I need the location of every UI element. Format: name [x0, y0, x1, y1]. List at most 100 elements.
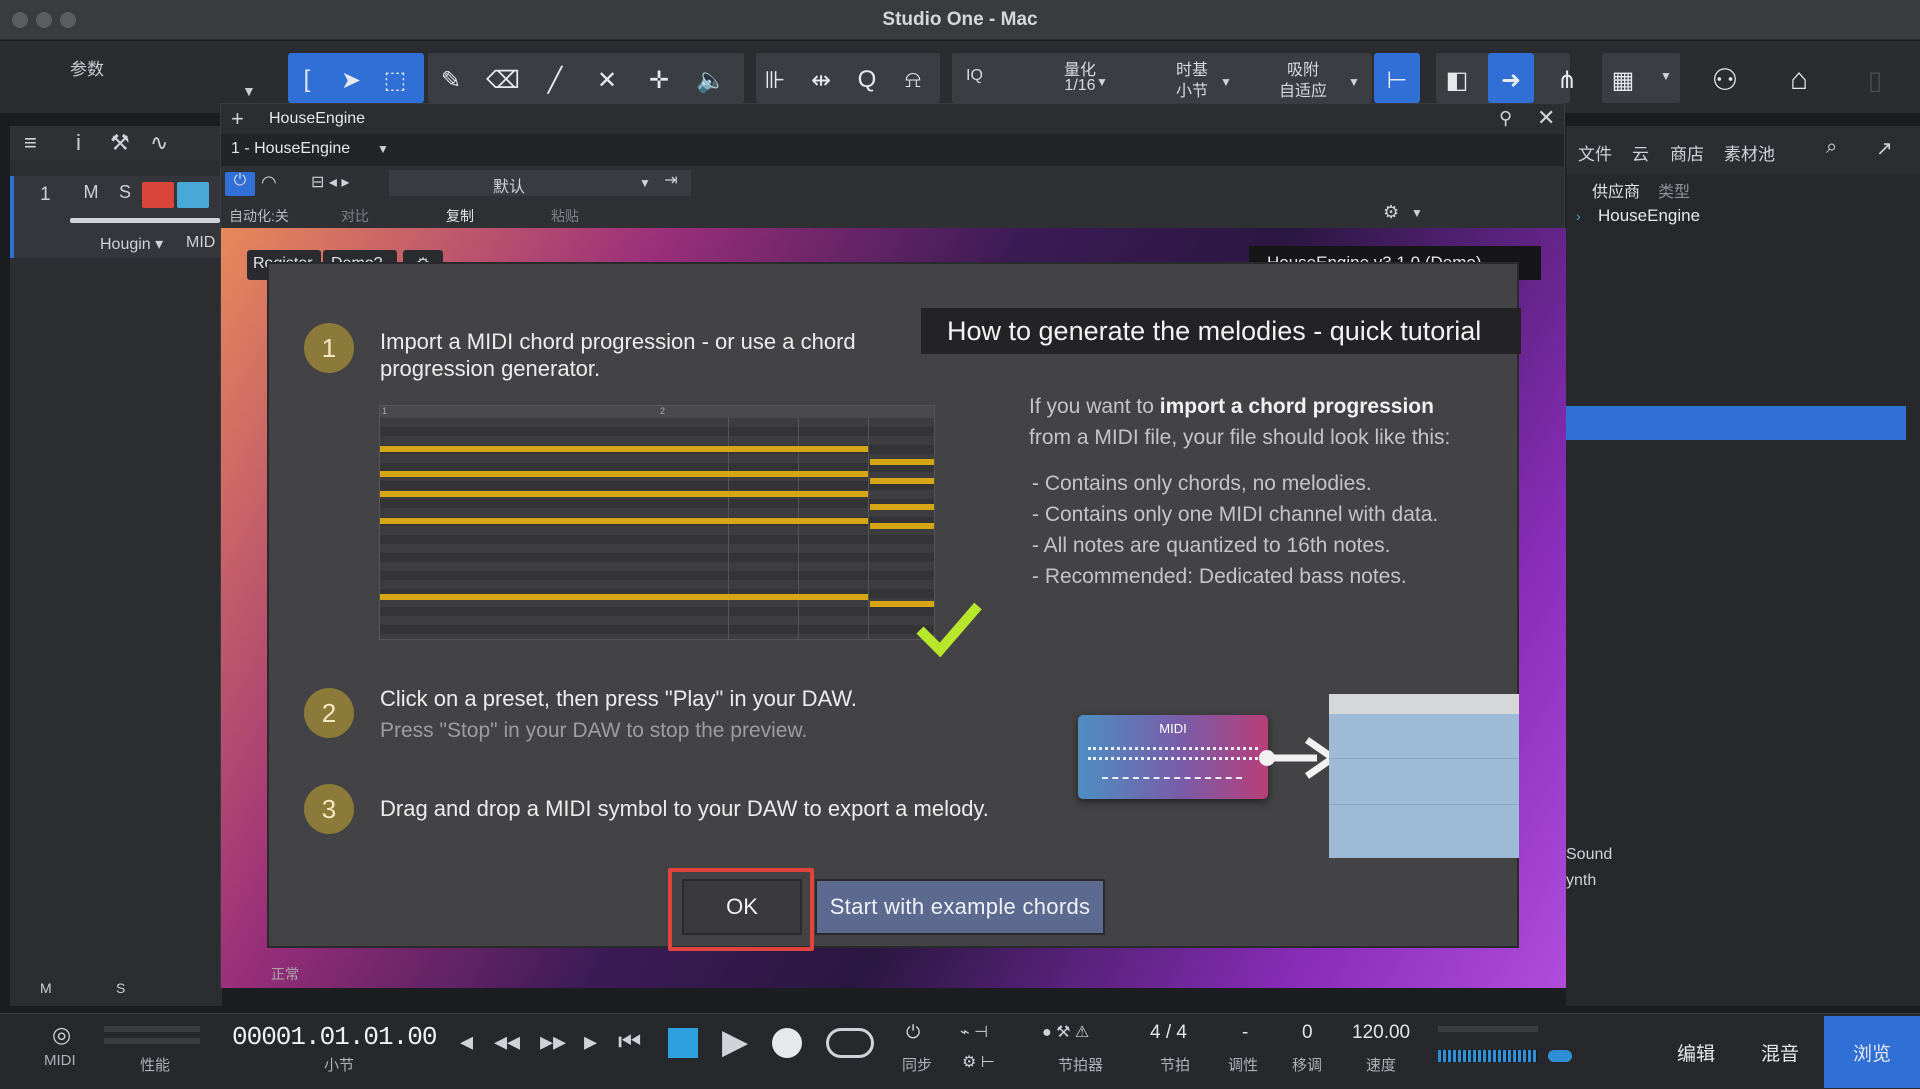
record-arm-button[interactable] — [142, 182, 174, 208]
automation-icon[interactable]: ∿ — [150, 130, 168, 156]
automation-toggle[interactable]: 自动化:关 — [229, 206, 289, 226]
autoscroll-button[interactable]: ➜ — [1488, 53, 1534, 103]
pin-icon[interactable]: ⚲ — [1499, 108, 1512, 129]
play-button[interactable]: ▶ — [722, 1022, 748, 1062]
browser-selected-row[interactable] — [1566, 406, 1906, 440]
solo-all-label[interactable]: S — [116, 980, 125, 996]
paste-button[interactable]: 粘贴 — [551, 206, 579, 226]
key-value[interactable]: - — [1242, 1022, 1248, 1044]
loop-button[interactable] — [826, 1028, 874, 1058]
paint-tool-icon[interactable]: ╱ — [538, 63, 572, 97]
snap-dropdown-icon[interactable]: ▼ — [1348, 75, 1360, 89]
expand-chevron-icon[interactable]: › — [1576, 208, 1581, 224]
menu-icon[interactable]: ≡ — [24, 130, 37, 156]
browser-item-sound[interactable]: Sound — [1566, 846, 1612, 864]
snap-toggle-button[interactable]: ⊢ — [1374, 53, 1420, 103]
tempo-value[interactable]: 120.00 — [1352, 1022, 1410, 1044]
quantize-q-icon[interactable]: Q — [850, 63, 884, 97]
settings-gear-icon[interactable]: ⚙ — [1383, 202, 1399, 223]
settings-dropdown-icon[interactable]: ▼ — [1411, 206, 1423, 220]
quantize-value[interactable]: 1/16 — [1040, 77, 1120, 95]
close-plugin-icon[interactable]: ✕ — [1537, 105, 1555, 131]
split-tool-icon[interactable]: ✛ — [642, 63, 676, 97]
position-display[interactable]: 00001.01.01.00 — [232, 1022, 437, 1052]
add-icon[interactable]: + — [231, 106, 244, 132]
punch-icon[interactable]: ⌁ ⊣ — [960, 1022, 988, 1042]
split-view-icon[interactable]: ⋔ — [1550, 63, 1584, 97]
search-icon[interactable]: ⌕ — [1826, 136, 1837, 159]
tab-browse[interactable]: 浏览 — [1824, 1016, 1920, 1088]
mute-button[interactable]: M — [76, 182, 106, 208]
browser-item-houseengine[interactable]: HouseEngine — [1598, 206, 1700, 226]
position-unit[interactable]: 小节 — [324, 1054, 354, 1075]
browser-tab-store[interactable]: 商店 — [1670, 140, 1704, 165]
midi-input-select[interactable]: MIDI — [186, 234, 216, 252]
fast-forward-icon[interactable]: ▸▸ — [540, 1026, 566, 1057]
note-bar — [380, 594, 868, 600]
snap-value[interactable]: 自适应 — [1258, 77, 1348, 101]
preset-select[interactable]: 默认 ▼ — [389, 170, 659, 196]
power-icon[interactable]: ⏻ — [225, 172, 255, 196]
return-to-zero-icon[interactable]: ⏮ — [618, 1026, 641, 1058]
wrench-icon[interactable]: ⚒ — [110, 130, 130, 156]
range-bracket-icon[interactable]: [ — [290, 63, 324, 97]
sidechain-icon[interactable]: ⇥ — [651, 170, 691, 196]
rewind-icon[interactable]: ◂◂ — [494, 1026, 520, 1057]
daw-lane-line — [1329, 804, 1519, 805]
transpose-value[interactable]: 0 — [1302, 1022, 1313, 1044]
copy-button[interactable]: 复制 — [446, 206, 474, 226]
stop-button[interactable] — [668, 1028, 698, 1058]
grid-dropdown-icon[interactable]: ▼ — [1660, 69, 1672, 83]
instance-dropdown-icon[interactable]: ▼ — [377, 142, 389, 156]
track-fader[interactable] — [70, 218, 220, 223]
prev-marker-icon[interactable]: ◂ — [460, 1026, 473, 1057]
listen-tool-icon[interactable]: 🔈 — [694, 63, 728, 97]
start-with-example-chords-button[interactable]: Start with example chords — [815, 879, 1105, 935]
info-icon[interactable]: i — [76, 130, 81, 156]
metronome-cable-icon[interactable]: ⍾ — [896, 63, 930, 97]
browser-tab-files[interactable]: 文件 — [1578, 140, 1612, 165]
meter-icon[interactable]: ◠ — [261, 172, 277, 193]
timebase-dropdown-icon[interactable]: ▼ — [1220, 75, 1232, 89]
preset-save-icon[interactable]: ⊟ ◂ ▸ — [311, 172, 349, 192]
output-toggle[interactable] — [1548, 1050, 1572, 1062]
expand-icon[interactable]: ↗ — [1876, 136, 1893, 161]
settings-small-icon[interactable]: ⚙ ⊢ — [962, 1052, 995, 1072]
grid-icon[interactable]: ▦ — [1606, 63, 1640, 97]
metronome-icons[interactable]: ● ⚒ ⚠ — [1042, 1022, 1089, 1042]
arrow-tool-icon[interactable]: ➤ — [334, 63, 368, 97]
ok-button[interactable]: OK — [682, 879, 802, 935]
instrument-select[interactable]: Hougin ▾ — [100, 234, 163, 254]
document-icon[interactable]: ▯ — [1858, 63, 1892, 97]
sync-icon[interactable]: ⏻ — [906, 1022, 920, 1043]
browser-tab-cloud[interactable]: 云 — [1632, 140, 1649, 165]
instance-select[interactable]: 1 - HouseEngine — [231, 140, 350, 158]
home-icon[interactable]: ⌂ — [1782, 63, 1816, 97]
tab-edit[interactable]: 编辑 — [1656, 1016, 1736, 1088]
tab-mix[interactable]: 混音 — [1740, 1016, 1820, 1088]
range-tool-icon[interactable]: ⬚ — [378, 63, 412, 97]
column-vendor[interactable]: 供应商 — [1592, 178, 1640, 202]
solo-button[interactable]: S — [110, 182, 140, 208]
pencil-tool-icon[interactable]: ✎ — [434, 63, 468, 97]
iq-label[interactable]: IQ — [966, 67, 983, 85]
follow-left-icon[interactable]: ◧ — [1440, 63, 1474, 97]
browser-tab-pool[interactable]: 素材池 — [1724, 140, 1775, 165]
mute-all-label[interactable]: M — [40, 980, 52, 996]
fit-icon[interactable]: ⇹ — [804, 63, 838, 97]
snap-left-icon[interactable]: ⊪ — [758, 63, 792, 97]
track-row[interactable]: 1 M S Hougin ▾ MIDI — [10, 176, 222, 258]
monitor-button[interactable] — [177, 182, 209, 208]
column-type[interactable]: 类型 — [1658, 178, 1690, 202]
browser-item-synth[interactable]: ynth — [1566, 872, 1596, 890]
record-button[interactable] — [772, 1028, 802, 1058]
eraser-tool-icon[interactable]: ⌫ — [486, 63, 520, 97]
params-dropdown-arrow-icon[interactable]: ▼ — [242, 83, 256, 99]
quantize-dropdown-icon[interactable]: ▼ — [1096, 75, 1108, 89]
time-signature[interactable]: 4 / 4 — [1150, 1022, 1187, 1044]
user-icon[interactable]: ⚇ — [1708, 63, 1742, 97]
mute-tool-icon[interactable]: ✕ — [590, 63, 624, 97]
next-marker-icon[interactable]: ▸ — [584, 1026, 597, 1057]
midi-monitor-icon[interactable]: ◎ — [52, 1022, 71, 1048]
compare-button[interactable]: 对比 — [341, 206, 369, 226]
